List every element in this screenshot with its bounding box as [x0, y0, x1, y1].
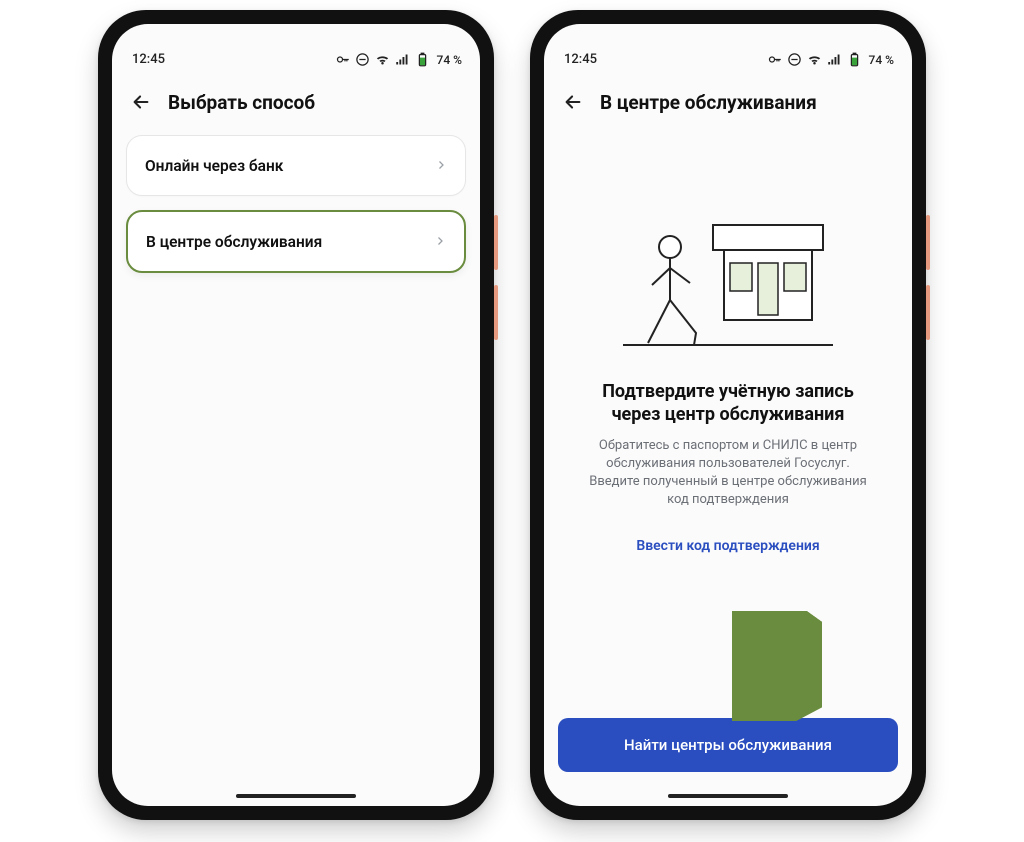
- battery-percent: 74 %: [869, 53, 894, 67]
- option-service-center[interactable]: В центре обслуживания: [126, 210, 466, 273]
- status-time: 12:45: [564, 52, 597, 67]
- message-body-line2: Введите полученный в центре обслуживания…: [589, 474, 867, 507]
- option-online-bank[interactable]: Онлайн через банк: [126, 135, 466, 196]
- home-indicator[interactable]: [668, 794, 788, 798]
- find-centers-button[interactable]: Найти центры обслуживания: [558, 718, 898, 772]
- screen-service-center: 12:45 74 % В центре обслуживания: [544, 24, 912, 806]
- signal-icon: [827, 52, 842, 67]
- status-bar: 12:45 74 %: [544, 24, 912, 71]
- battery-icon: [847, 52, 862, 67]
- status-icons: 74 %: [767, 52, 894, 67]
- wifi-icon: [807, 52, 822, 67]
- status-icons: 74 %: [335, 52, 462, 67]
- back-button[interactable]: [128, 89, 154, 115]
- message-body-line1: Обратитесь с паспортом и СНИЛС в центр о…: [599, 438, 857, 471]
- phone-mockup-right: 12:45 74 % В центре обслуживания: [530, 10, 926, 820]
- dnd-icon: [355, 52, 370, 67]
- option-label: В центре обслуживания: [146, 233, 322, 251]
- battery-percent: 74 %: [437, 53, 462, 67]
- arrow-left-icon: [562, 91, 584, 113]
- app-bar: В центре обслуживания: [544, 71, 912, 129]
- battery-icon: [415, 52, 430, 67]
- option-label: Онлайн через банк: [145, 157, 283, 175]
- message-body: Обратитесь с паспортом и СНИЛС в центр о…: [558, 437, 898, 510]
- status-bar: 12:45 74 %: [112, 24, 480, 71]
- vpn-key-icon: [767, 52, 782, 67]
- vpn-key-icon: [335, 52, 350, 67]
- status-time: 12:45: [132, 52, 165, 67]
- illustration-walk-to-center: [618, 205, 838, 360]
- arrow-left-icon: [130, 91, 152, 113]
- chevron-right-icon: [434, 232, 446, 251]
- screen-choose-method: 12:45 74 % Выбрать способ Онлайн через б…: [112, 24, 480, 806]
- home-indicator[interactable]: [236, 794, 356, 798]
- signal-icon: [395, 52, 410, 67]
- message-title: Подтвердите учётную запись через центр о…: [558, 360, 898, 437]
- page-title: Выбрать способ: [168, 91, 315, 114]
- dnd-icon: [787, 52, 802, 67]
- page-title: В центре обслуживания: [600, 91, 817, 114]
- chevron-right-icon: [435, 156, 447, 175]
- phone-mockup-left: 12:45 74 % Выбрать способ Онлайн через б…: [98, 10, 494, 820]
- back-button[interactable]: [560, 89, 586, 115]
- wifi-icon: [375, 52, 390, 67]
- app-bar: Выбрать способ: [112, 71, 480, 129]
- enter-code-link[interactable]: Ввести код подтверждения: [558, 538, 898, 554]
